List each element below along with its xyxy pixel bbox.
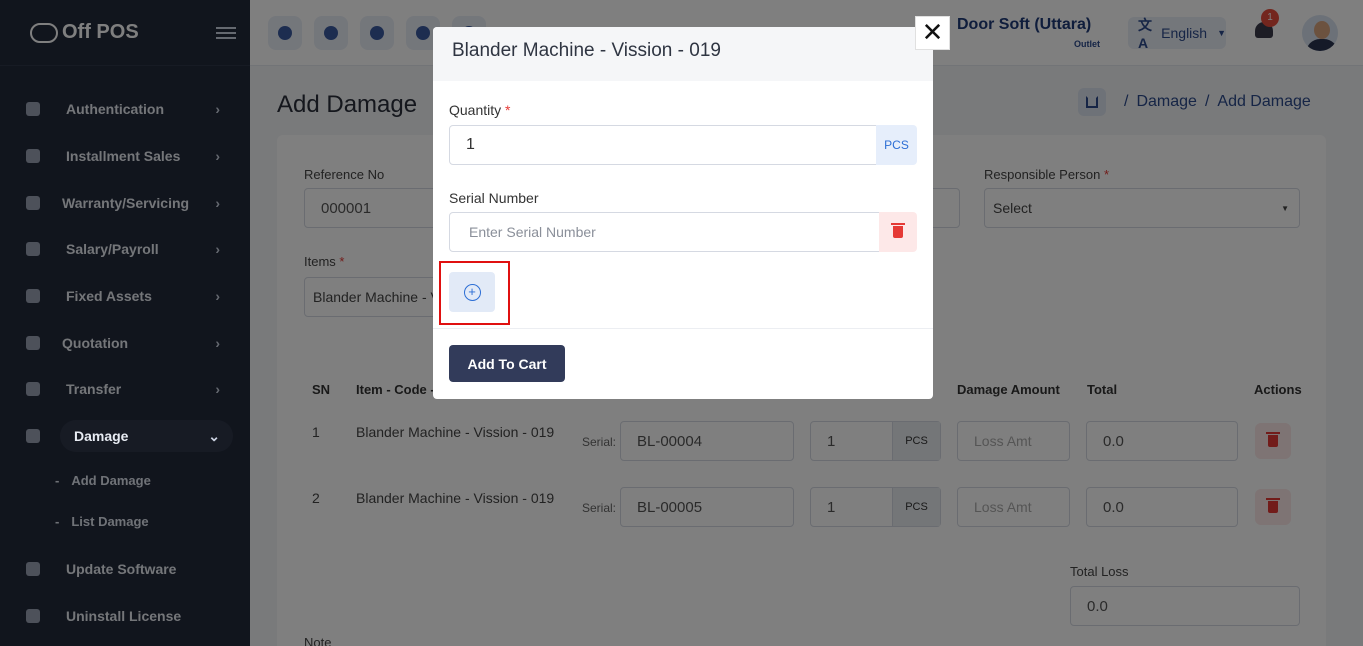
modal-title: Blander Machine - Vission - 019 (452, 40, 721, 61)
plus-circle-icon: + (463, 283, 481, 301)
modal-header: Blander Machine - Vission - 019 (433, 27, 933, 81)
serial-modal: Blander Machine - Vission - 019 Quantity… (433, 27, 933, 399)
add-serial-button[interactable]: + (449, 272, 495, 312)
serial-number-label: Serial Number (449, 190, 539, 206)
quantity-label: Quantity * (449, 102, 511, 118)
quantity-unit: PCS (876, 125, 917, 165)
quantity-input[interactable]: 1 (449, 125, 877, 165)
add-to-cart-button[interactable]: Add To Cart (449, 345, 565, 382)
serial-number-input[interactable]: Enter Serial Number (449, 212, 880, 252)
remove-serial-button[interactable] (879, 212, 917, 252)
close-icon[interactable]: ✕ (915, 16, 950, 50)
trash-icon (891, 223, 905, 238)
chevron-down-icon: ⌄ (208, 427, 220, 444)
modal-divider (433, 328, 933, 329)
